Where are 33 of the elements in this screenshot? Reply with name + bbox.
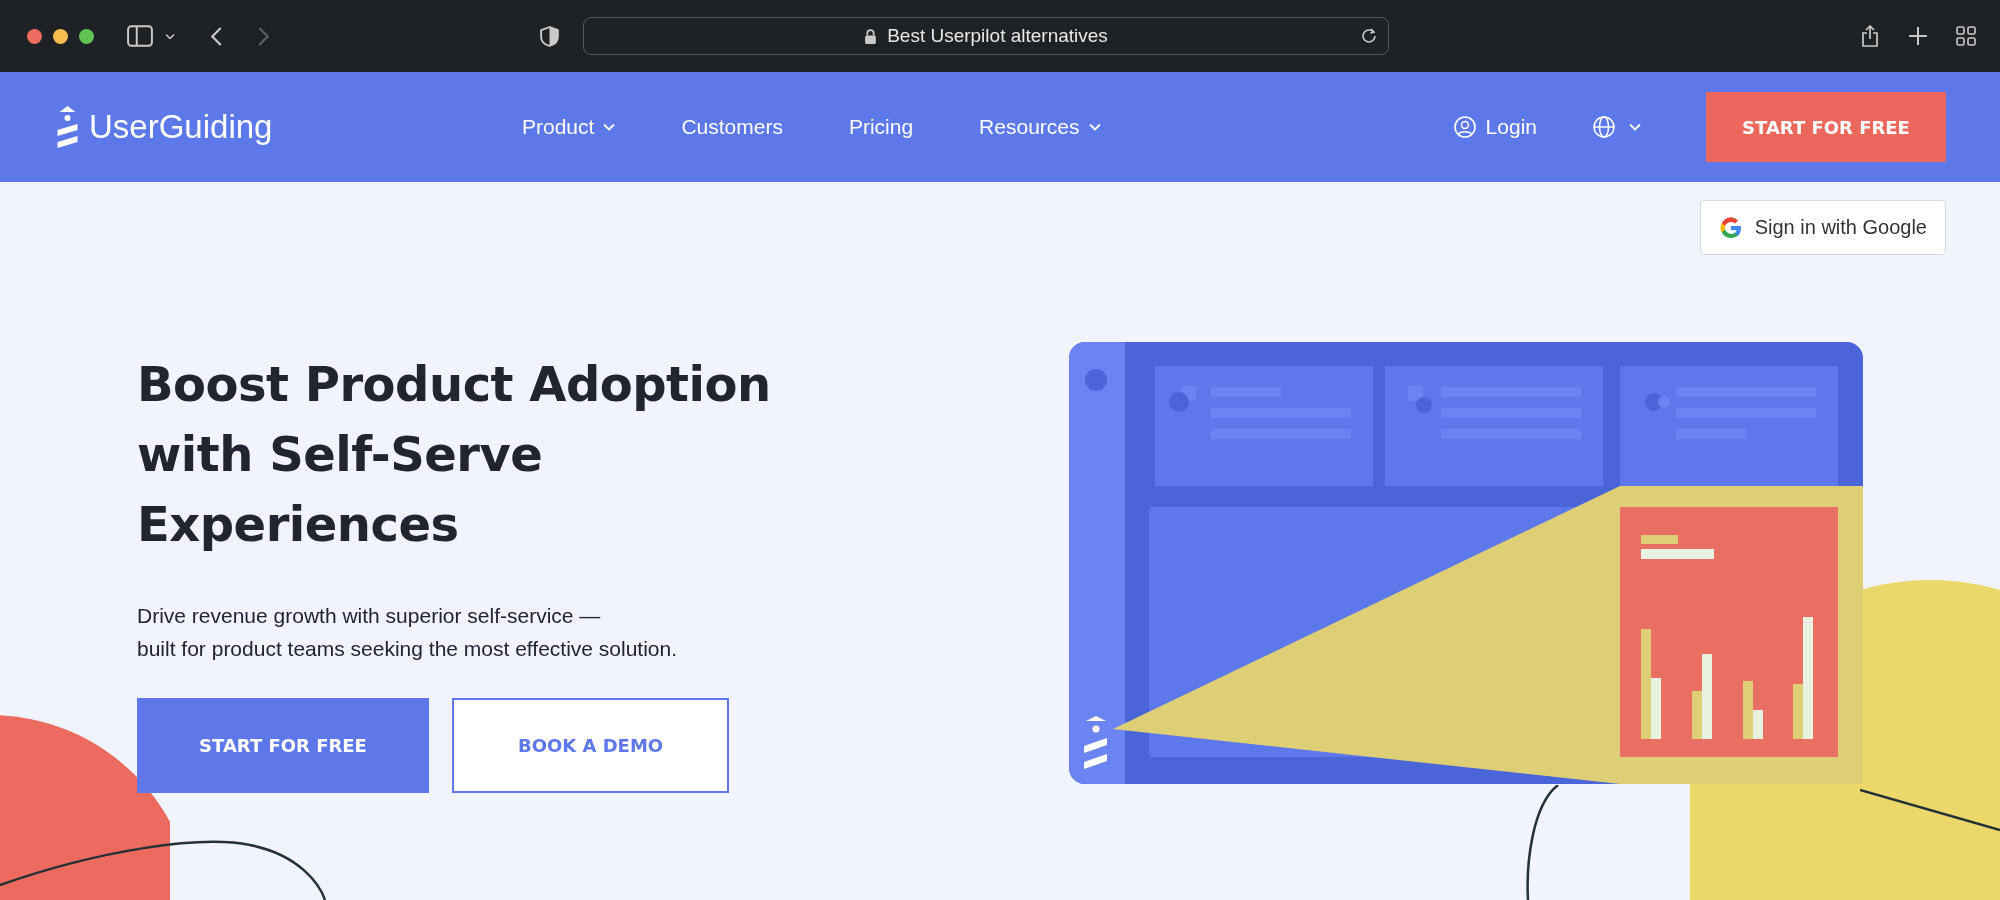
lock-icon bbox=[864, 28, 878, 44]
google-icon bbox=[1718, 215, 1743, 240]
nav-link[interactable]: Product bbox=[522, 115, 616, 139]
nav-link[interactable]: Resources bbox=[979, 115, 1101, 139]
user-icon bbox=[1453, 116, 1476, 138]
start-for-free-button[interactable]: START FOR FREE bbox=[137, 698, 429, 793]
shield-icon[interactable] bbox=[540, 25, 559, 47]
nav-link[interactable]: Customers bbox=[681, 115, 783, 139]
language-selector[interactable] bbox=[1593, 116, 1641, 138]
reload-icon[interactable] bbox=[1360, 27, 1378, 45]
back-icon[interactable] bbox=[211, 26, 222, 46]
hero-heading: Boost Product Adoption with Self-Serve Experiences bbox=[137, 355, 772, 554]
chevron-down-icon[interactable] bbox=[165, 32, 175, 40]
maximize-window-icon[interactable] bbox=[79, 28, 94, 44]
plus-icon[interactable] bbox=[1908, 25, 1928, 47]
tabs-grid-icon[interactable] bbox=[1956, 25, 1976, 47]
share-icon[interactable] bbox=[1860, 25, 1880, 47]
logo-text[interactable]: UserGuiding bbox=[89, 108, 273, 146]
close-window-icon[interactable] bbox=[27, 28, 42, 44]
sidebar-icon[interactable] bbox=[127, 25, 153, 47]
forward-icon[interactable] bbox=[258, 26, 269, 46]
start-for-free-button[interactable]: START FOR FREE bbox=[1706, 92, 1946, 162]
login-link[interactable]: Login bbox=[1453, 115, 1537, 139]
book-a-demo-button[interactable]: BOOK A DEMO bbox=[452, 698, 729, 793]
nav-link[interactable]: Pricing bbox=[848, 115, 914, 139]
caret-icon bbox=[1629, 123, 1641, 131]
minimize-window-icon[interactable] bbox=[53, 28, 68, 44]
address-field[interactable]: Best Userpilot alternatives bbox=[583, 17, 1389, 55]
logo-icon[interactable] bbox=[55, 104, 80, 150]
page-title: Best Userpilot alternatives bbox=[887, 25, 1108, 47]
hero-subtitle: Drive revenue growth with superior self-service — built for product teams seeking the most effective solution. bbox=[137, 603, 679, 662]
google-sign-in-button[interactable]: Sign in with Google bbox=[1699, 200, 1946, 255]
globe-icon bbox=[1593, 116, 1615, 138]
